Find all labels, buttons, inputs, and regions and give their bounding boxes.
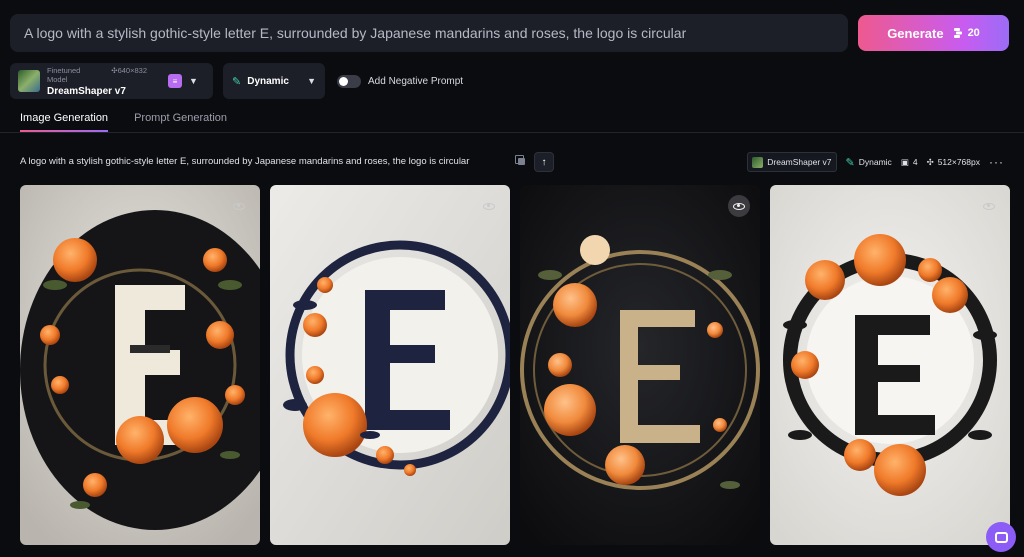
prompt-text: A logo with a stylish gothic-style lette… xyxy=(24,25,687,41)
prompt-row: A logo with a stylish gothic-style lette… xyxy=(10,14,1010,52)
images-icon: ▣ xyxy=(900,156,909,167)
token-cost: 20 xyxy=(953,27,980,39)
token-icon xyxy=(953,28,962,38)
generation-size-value: 512×768px xyxy=(937,157,980,167)
generation-meta: DreamShaper v7 ✎ Dynamic ▣ 4 ✣ 512×768px… xyxy=(747,152,1004,172)
generate-label: Generate xyxy=(887,25,944,41)
negative-prompt-label: Add Negative Prompt xyxy=(368,75,464,87)
negative-prompt-switch[interactable] xyxy=(337,74,361,88)
generated-image xyxy=(770,185,1010,545)
tab-prompt-generation[interactable]: Prompt Generation xyxy=(134,112,227,132)
generation-style-label: Dynamic xyxy=(858,157,892,167)
style-label: Dynamic xyxy=(247,75,289,87)
model-selector[interactable]: Finetuned Model ✣640×832 DreamShaper v7 … xyxy=(10,63,213,99)
chat-icon xyxy=(994,531,1008,543)
model-kicker-label: Finetuned Model xyxy=(47,65,81,84)
generation-style: ✎ Dynamic xyxy=(846,156,892,169)
generation-size: ✣ 512×768px xyxy=(927,157,980,168)
eye-icon xyxy=(483,202,495,210)
more-options-icon[interactable]: ··· xyxy=(989,155,1004,169)
generated-image xyxy=(270,185,510,545)
generation-count: ▣ 4 xyxy=(901,157,918,168)
generated-image xyxy=(520,185,760,545)
generation-model-badge: DreamShaper v7 xyxy=(747,152,837,172)
token-count: 20 xyxy=(967,27,980,39)
model-dimensions: ✣640×832 xyxy=(111,65,147,75)
visibility-toggle[interactable] xyxy=(228,195,250,217)
copy-icon[interactable] xyxy=(515,155,527,167)
generated-image-card[interactable] xyxy=(520,185,760,545)
model-thumbnail xyxy=(18,70,40,92)
negative-prompt-toggle[interactable]: Add Negative Prompt xyxy=(337,74,464,88)
dimensions-icon: ✣ xyxy=(926,156,934,167)
model-details-icon[interactable]: ≡ xyxy=(168,74,182,88)
generation-model: DreamShaper v7 xyxy=(767,157,832,167)
tab-bar: Image Generation Prompt Generation xyxy=(20,112,227,132)
tab-image-generation[interactable]: Image Generation xyxy=(20,112,109,132)
generation-count-value: 4 xyxy=(912,157,918,167)
generation-prompt: A logo with a stylish gothic-style lette… xyxy=(20,156,470,167)
generate-button[interactable]: Generate 20 xyxy=(858,15,1009,51)
eye-icon xyxy=(983,202,995,210)
model-name: DreamShaper v7 xyxy=(47,85,126,97)
visibility-toggle[interactable] xyxy=(478,195,500,217)
generated-image-card[interactable] xyxy=(270,185,510,545)
brush-icon: ✎ xyxy=(232,75,242,88)
eye-icon xyxy=(733,202,745,210)
generated-image xyxy=(20,185,260,545)
reuse-prompt-button[interactable]: ↑ xyxy=(534,152,554,172)
chevron-down-icon: ▼ xyxy=(307,76,316,86)
generated-image-card[interactable] xyxy=(20,185,260,545)
model-dimensions-value: 640×832 xyxy=(117,65,147,75)
tab-divider xyxy=(0,132,1024,133)
visibility-toggle[interactable] xyxy=(978,195,1000,217)
generation-header: A logo with a stylish gothic-style lette… xyxy=(20,152,1010,172)
prompt-input[interactable]: A logo with a stylish gothic-style lette… xyxy=(10,14,848,52)
model-thumbnail xyxy=(752,156,764,168)
eye-icon xyxy=(233,202,245,210)
image-grid xyxy=(20,185,1010,545)
style-selector[interactable]: ✎ Dynamic ▼ xyxy=(223,63,325,99)
chat-support-button[interactable] xyxy=(986,522,1016,552)
generated-image-card[interactable] xyxy=(770,185,1010,545)
options-row: Finetuned Model ✣640×832 DreamShaper v7 … xyxy=(10,63,463,99)
visibility-toggle[interactable] xyxy=(728,195,750,217)
model-kicker: Finetuned Model ✣640×832 xyxy=(47,66,147,84)
chevron-down-icon: ▼ xyxy=(189,76,198,86)
model-meta: Finetuned Model ✣640×832 DreamShaper v7 xyxy=(47,66,147,97)
brush-icon: ✎ xyxy=(845,156,855,169)
